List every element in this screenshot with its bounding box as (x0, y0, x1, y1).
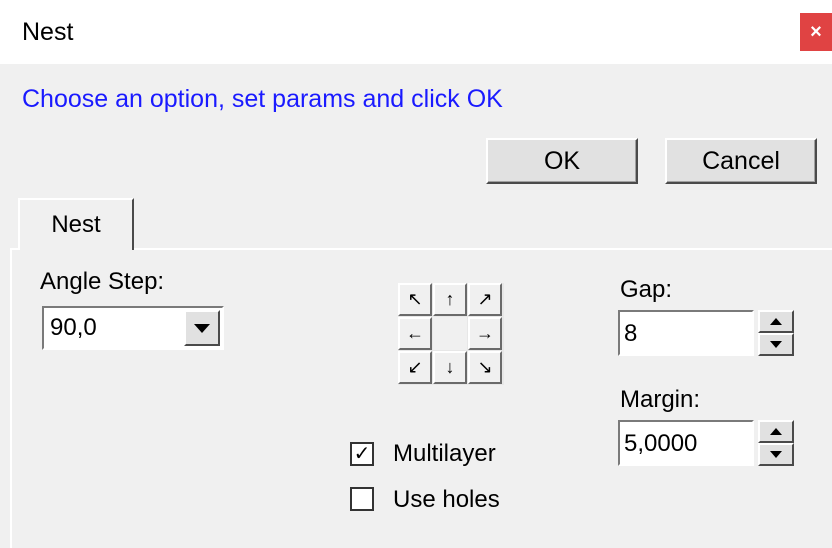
direction-center (433, 317, 467, 350)
tab-nest[interactable]: Nest (18, 198, 134, 250)
angle-step-value: 90,0 (50, 314, 97, 341)
direction-up-left-button[interactable]: ↖ (398, 283, 432, 316)
gap-label: Gap: (620, 276, 673, 303)
gap-field[interactable]: 8 (618, 310, 754, 356)
direction-down-left-button[interactable]: ↙ (398, 351, 432, 384)
use-holes-checkbox[interactable] (350, 487, 374, 511)
direction-up-right-button[interactable]: ↗ (468, 283, 502, 316)
angle-step-select[interactable]: 90,0 (42, 306, 224, 350)
multilayer-label[interactable]: Multilayer (393, 440, 496, 468)
direction-right-button[interactable]: → (468, 317, 502, 350)
margin-label: Margin: (620, 386, 701, 413)
gap-increment-button[interactable] (758, 310, 794, 333)
gap-decrement-button[interactable] (758, 333, 794, 356)
direction-down-button[interactable]: ↓ (433, 351, 467, 384)
title-bar: Nest × (0, 0, 832, 64)
margin-value: 5,0000 (624, 430, 698, 457)
arrow-down-icon (770, 451, 782, 458)
gap-spinner (758, 310, 794, 356)
direction-grid: ↖ ↑ ↗ ← → ↙ ↓ ↘ (398, 283, 504, 385)
margin-field[interactable]: 5,0000 (618, 420, 754, 466)
arrow-down-icon (770, 341, 782, 348)
angle-step-label: Angle Step: (40, 268, 165, 295)
use-holes-label[interactable]: Use holes (393, 486, 500, 514)
ok-button[interactable]: OK (486, 138, 638, 184)
margin-increment-button[interactable] (758, 420, 794, 443)
arrow-up-icon (770, 318, 782, 325)
multilayer-checkbox[interactable]: ✓ (350, 442, 374, 466)
window-title: Nest (22, 18, 74, 46)
direction-down-right-button[interactable]: ↘ (468, 351, 502, 384)
margin-decrement-button[interactable] (758, 443, 794, 466)
direction-left-button[interactable]: ← (398, 317, 432, 350)
direction-up-button[interactable]: ↑ (433, 283, 467, 316)
chevron-down-icon (194, 323, 210, 333)
dropdown-button[interactable] (184, 310, 220, 346)
cancel-button[interactable]: Cancel (665, 138, 817, 184)
arrow-up-icon (770, 428, 782, 435)
gap-value: 8 (624, 320, 638, 347)
margin-spinner (758, 420, 794, 466)
instruction-text: Choose an option, set params and click O… (22, 85, 503, 113)
close-button[interactable]: × (800, 13, 832, 51)
